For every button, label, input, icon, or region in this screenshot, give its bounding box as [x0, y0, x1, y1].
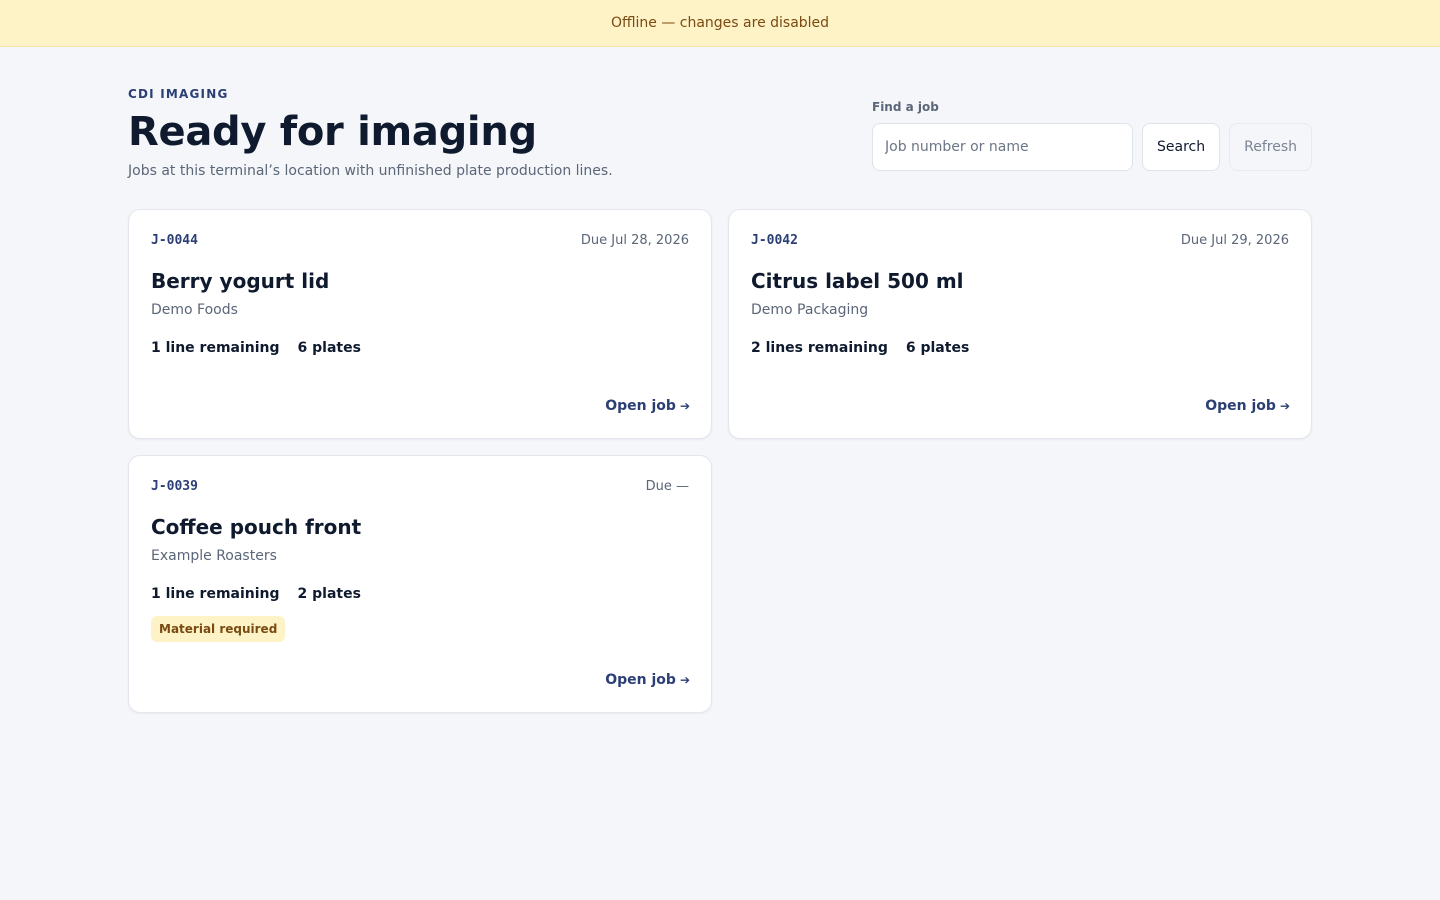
job-customer: Demo Foods	[151, 302, 238, 318]
open-job-label: Open job	[1205, 398, 1276, 414]
job-due-date: Due —	[645, 479, 689, 494]
job-number: J-0044	[151, 233, 198, 248]
job-card: J-0039 Due — Coffee pouch front Example …	[128, 455, 712, 713]
job-stats: 1 line remaining 6 plates	[151, 340, 689, 356]
job-name: Citrus label 500 ml	[751, 269, 964, 293]
open-job-link[interactable]: Open job ➔	[605, 398, 690, 414]
open-job-label: Open job	[605, 398, 676, 414]
job-number: J-0039	[151, 479, 198, 494]
material-required-badge: Material required	[151, 616, 286, 642]
job-card: J-0042 Due Jul 29, 2026 Citrus label 500…	[728, 209, 1312, 439]
open-job-link[interactable]: Open job ➔	[605, 672, 690, 688]
job-name: Coffee pouch front	[151, 515, 362, 539]
plate-count: 6 plates	[297, 340, 361, 356]
arrow-right-icon: ➔	[1279, 399, 1290, 413]
open-job-link[interactable]: Open job ➔	[1205, 398, 1290, 414]
job-due-date: Due Jul 29, 2026	[1180, 233, 1289, 248]
offline-banner: Offline — changes are disabled	[0, 0, 1440, 47]
job-stats: 2 lines remaining 6 plates	[751, 340, 1289, 356]
open-job-label: Open job	[605, 672, 676, 688]
refresh-button[interactable]: Refresh	[1229, 123, 1312, 171]
lines-remaining: 2 lines remaining	[751, 340, 888, 356]
search-label: Find a job	[872, 100, 939, 114]
app-eyebrow: CDI IMAGING	[128, 87, 229, 101]
arrow-right-icon: ➔	[679, 673, 690, 687]
job-stats: 1 line remaining 2 plates	[151, 586, 689, 602]
job-customer: Example Roasters	[151, 548, 277, 564]
search-row: Search Refresh	[872, 123, 1312, 171]
job-search: Find a job Search Refresh	[872, 96, 1312, 171]
lines-remaining: 1 line remaining	[151, 586, 280, 602]
page-title: Ready for imaging	[128, 109, 537, 155]
plate-count: 2 plates	[297, 586, 361, 602]
plate-count: 6 plates	[905, 340, 970, 356]
lines-remaining: 1 line remaining	[151, 340, 280, 356]
search-input[interactable]	[872, 123, 1134, 171]
page-subtitle: Jobs at this terminal’s location with un…	[128, 163, 613, 179]
job-number: J-0042	[751, 233, 798, 248]
job-name: Berry yogurt lid	[151, 269, 330, 293]
job-card-header: J-0039 Due —	[151, 479, 689, 494]
job-card-header: J-0042 Due Jul 29, 2026	[751, 233, 1289, 248]
job-customer: Demo Packaging	[751, 302, 869, 318]
job-card-header: J-0044 Due Jul 28, 2026	[151, 233, 689, 248]
search-button[interactable]: Search	[1142, 123, 1221, 171]
arrow-right-icon: ➔	[679, 399, 690, 413]
job-card: J-0044 Due Jul 28, 2026 Berry yogurt lid…	[128, 209, 712, 439]
offline-banner-text: Offline — changes are disabled	[610, 15, 830, 31]
job-due-date: Due Jul 28, 2026	[580, 233, 689, 248]
page-header: CDI IMAGING Ready for imaging Jobs at th…	[128, 87, 688, 179]
